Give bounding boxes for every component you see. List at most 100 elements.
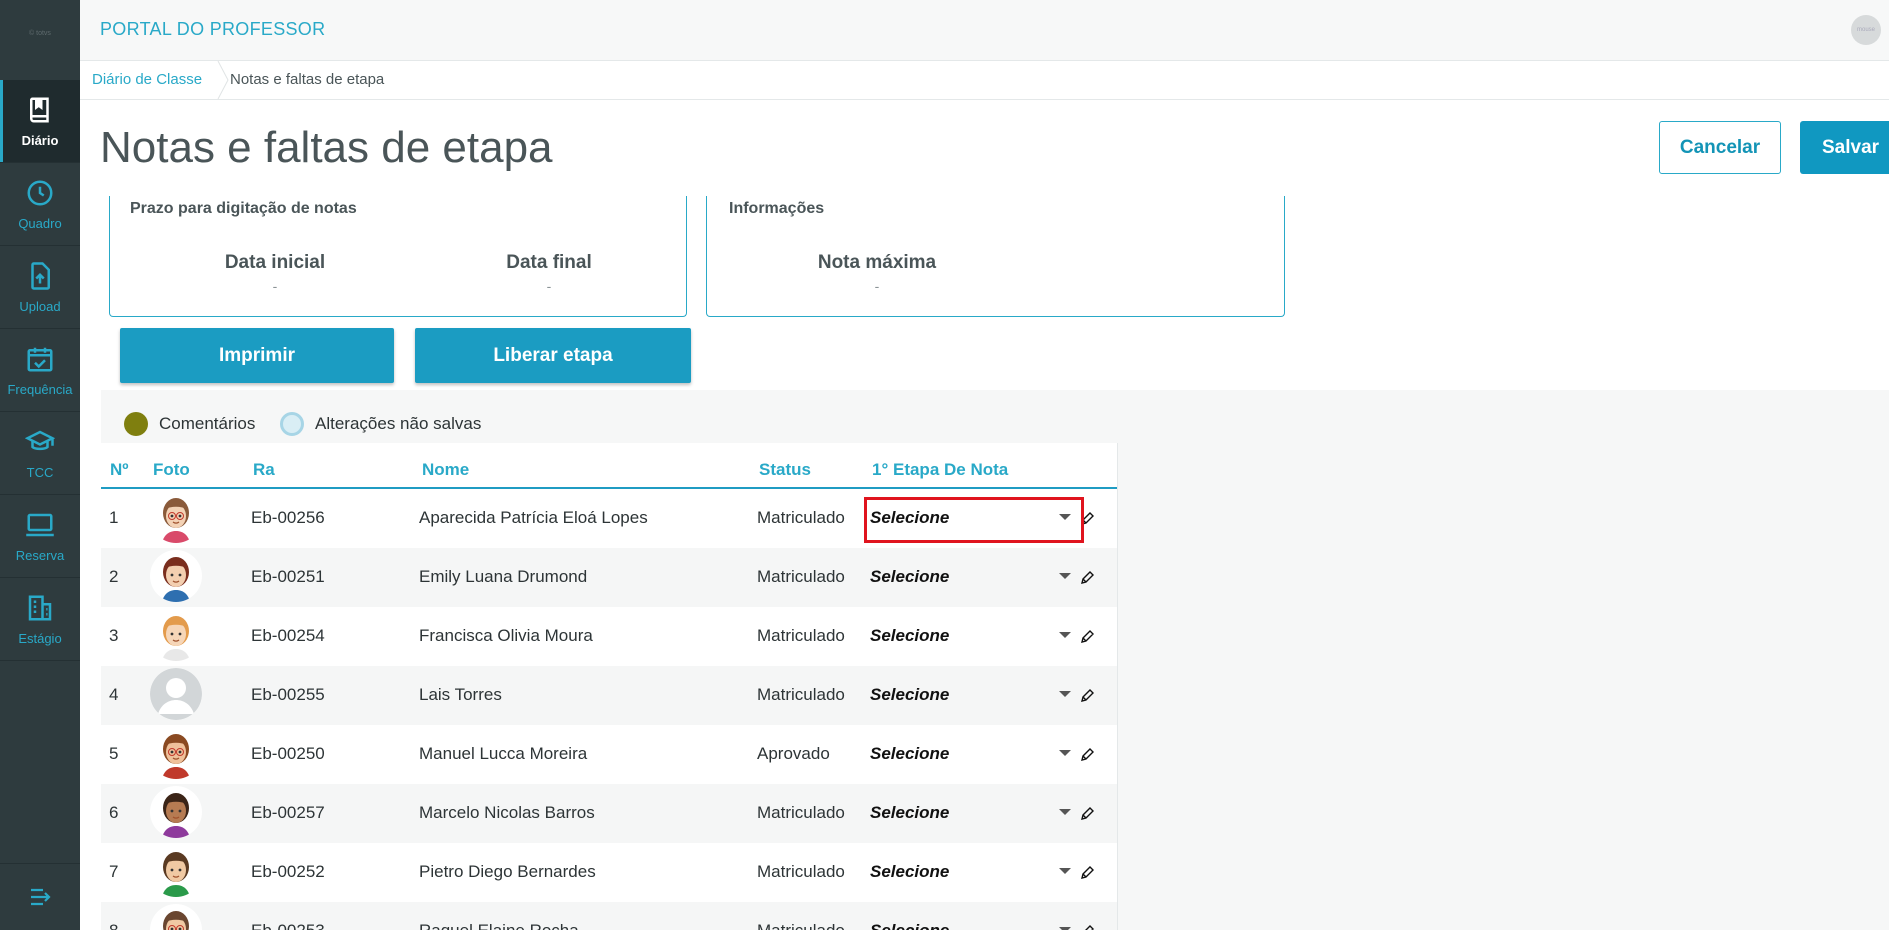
sidebar-item-frequencia[interactable]: Frequência xyxy=(0,329,80,412)
print-button[interactable]: Imprimir xyxy=(120,328,394,383)
chevron-down-icon[interactable] xyxy=(1059,750,1071,756)
row-number: 1 xyxy=(109,508,119,527)
menu-collapse-icon xyxy=(31,888,51,906)
sidebar-item-reserva[interactable]: Reserva xyxy=(0,495,80,578)
row-student-name: Raquel Elaine Rocha xyxy=(419,921,579,930)
student-avatar xyxy=(150,491,202,543)
student-avatar xyxy=(150,786,202,838)
end-date-label: Data final xyxy=(506,252,592,273)
row-student-name: Aparecida Patrícia Eloá Lopes xyxy=(419,508,648,527)
breadcrumb-home-link[interactable]: Diário de Classe xyxy=(92,71,202,88)
grade-select[interactable]: Selecione xyxy=(870,567,949,587)
start-date-label: Data inicial xyxy=(224,252,326,273)
breadcrumb-current: Notas e faltas de etapa xyxy=(230,71,385,88)
row-ra: Eb-00255 xyxy=(251,685,325,704)
info-card: Informações Nota máxima - xyxy=(706,196,1285,317)
column-header-photo[interactable]: Foto xyxy=(153,460,190,480)
max-grade-value: - xyxy=(874,278,880,294)
pencil-icon[interactable] xyxy=(1079,806,1095,822)
chevron-down-icon[interactable] xyxy=(1059,868,1071,874)
pencil-icon[interactable] xyxy=(1079,924,1095,930)
sidebar-item-label: Frequência xyxy=(7,381,73,397)
pencil-icon[interactable] xyxy=(1079,688,1095,704)
sidebar-item-diario[interactable]: Diário xyxy=(0,80,80,163)
table-row: 4 Eb-00255 Lais Torres Matriculado Selec… xyxy=(101,666,1117,725)
row-number: 6 xyxy=(109,803,119,822)
portal-title: PORTAL DO PROFESSOR xyxy=(100,19,326,39)
sidebar-item-label: Upload xyxy=(19,298,61,314)
monitor-icon xyxy=(26,513,54,536)
upload-icon xyxy=(31,261,50,290)
row-number: 3 xyxy=(109,626,119,645)
table-header: Nº Foto Ra Nome Status 1° Etapa De Nota xyxy=(101,443,1117,489)
grade-select[interactable]: Selecione xyxy=(870,508,949,528)
row-student-name: Marcelo Nicolas Barros xyxy=(419,803,595,822)
student-avatar xyxy=(150,609,202,661)
table-row: 1 Eb-00256 Aparecida Patrícia Eloá Lopes… xyxy=(101,489,1117,548)
pencil-icon[interactable] xyxy=(1079,865,1095,881)
sidebar-item-label: Quadro xyxy=(18,215,62,231)
sidebar-item-estagio[interactable]: Estágio xyxy=(0,578,80,661)
column-header-grade[interactable]: 1° Etapa De Nota xyxy=(872,460,1008,480)
table-row: 7 Eb-00252 Pietro Diego Bernardes Matric… xyxy=(101,843,1117,902)
page-title: Notas e faltas de etapa xyxy=(100,123,553,172)
row-status: Aprovado xyxy=(757,744,830,763)
column-header-status[interactable]: Status xyxy=(759,460,811,480)
grade-select[interactable]: Selecione xyxy=(870,744,949,764)
book-icon xyxy=(30,97,49,122)
row-ra: Eb-00250 xyxy=(251,744,325,763)
row-status: Matriculado xyxy=(757,508,845,527)
row-status: Matriculado xyxy=(757,862,845,881)
row-student-name: Francisca Olivia Moura xyxy=(419,626,593,645)
grade-select[interactable]: Selecione xyxy=(870,862,949,882)
row-status: Matriculado xyxy=(757,921,845,930)
deadline-card-title: Prazo para digitação de notas xyxy=(130,200,357,217)
row-status: Matriculado xyxy=(757,567,845,586)
row-number: 4 xyxy=(109,685,119,704)
chevron-down-icon[interactable] xyxy=(1059,573,1071,579)
student-avatar xyxy=(150,668,202,720)
chevron-down-icon[interactable] xyxy=(1059,514,1071,520)
clock-icon xyxy=(27,180,53,205)
sidebar-item-tcc[interactable]: TCC xyxy=(0,412,80,495)
pencil-icon[interactable] xyxy=(1079,629,1095,645)
students-table: Nº Foto Ra Nome Status 1° Etapa De Nota … xyxy=(101,443,1117,930)
table-row: 5 Eb-00250 Manuel Lucca Moreira Aprovado… xyxy=(101,725,1117,784)
sidebar-collapse-button[interactable] xyxy=(0,863,80,930)
column-header-ra[interactable]: Ra xyxy=(253,460,275,480)
row-ra: Eb-00254 xyxy=(251,626,325,645)
row-ra: Eb-00257 xyxy=(251,803,325,822)
chevron-down-icon[interactable] xyxy=(1059,632,1071,638)
pencil-icon[interactable] xyxy=(1079,511,1095,527)
pencil-icon[interactable] xyxy=(1079,570,1095,586)
sidebar-item-label: Diário xyxy=(21,132,59,148)
save-button[interactable]: Salvar xyxy=(1800,121,1889,174)
avatar[interactable]: mouse xyxy=(1851,15,1881,45)
grade-select[interactable]: Selecione xyxy=(870,626,949,646)
max-grade-label: Nota máxima xyxy=(817,252,937,273)
sidebar-item-upload[interactable]: Upload xyxy=(0,246,80,329)
unsaved-dot-icon xyxy=(280,412,304,436)
grade-select[interactable]: Selecione xyxy=(870,685,949,705)
row-ra: Eb-00256 xyxy=(251,508,325,527)
chevron-down-icon[interactable] xyxy=(1059,691,1071,697)
end-date-field: Data final - xyxy=(484,252,614,294)
row-number: 8 xyxy=(109,921,118,930)
pencil-icon[interactable] xyxy=(1079,747,1095,763)
column-header-num[interactable]: Nº xyxy=(110,460,129,480)
deadline-card: Prazo para digitação de notas Data inici… xyxy=(109,196,687,317)
row-student-name: Lais Torres xyxy=(419,685,502,704)
grade-select[interactable]: Selecione xyxy=(870,803,949,823)
top-bar: PORTAL DO PROFESSOR mouse xyxy=(80,0,1889,61)
breadcrumb: Diário de Classe Notas e faltas de etapa xyxy=(80,61,1889,100)
chevron-down-icon[interactable] xyxy=(1059,809,1071,815)
release-stage-button[interactable]: Liberar etapa xyxy=(415,328,691,383)
table-row: 6 Eb-00257 Marcelo Nicolas Barros Matric… xyxy=(101,784,1117,843)
sidebar-item-label: Estágio xyxy=(18,630,62,646)
cancel-button[interactable]: Cancelar xyxy=(1659,121,1781,174)
row-number: 7 xyxy=(109,862,119,881)
row-ra: Eb-00253 xyxy=(251,921,325,930)
sidebar-item-quadro[interactable]: Quadro xyxy=(0,163,80,246)
grade-select[interactable]: Selecione xyxy=(870,921,949,930)
column-header-name[interactable]: Nome xyxy=(422,460,469,480)
